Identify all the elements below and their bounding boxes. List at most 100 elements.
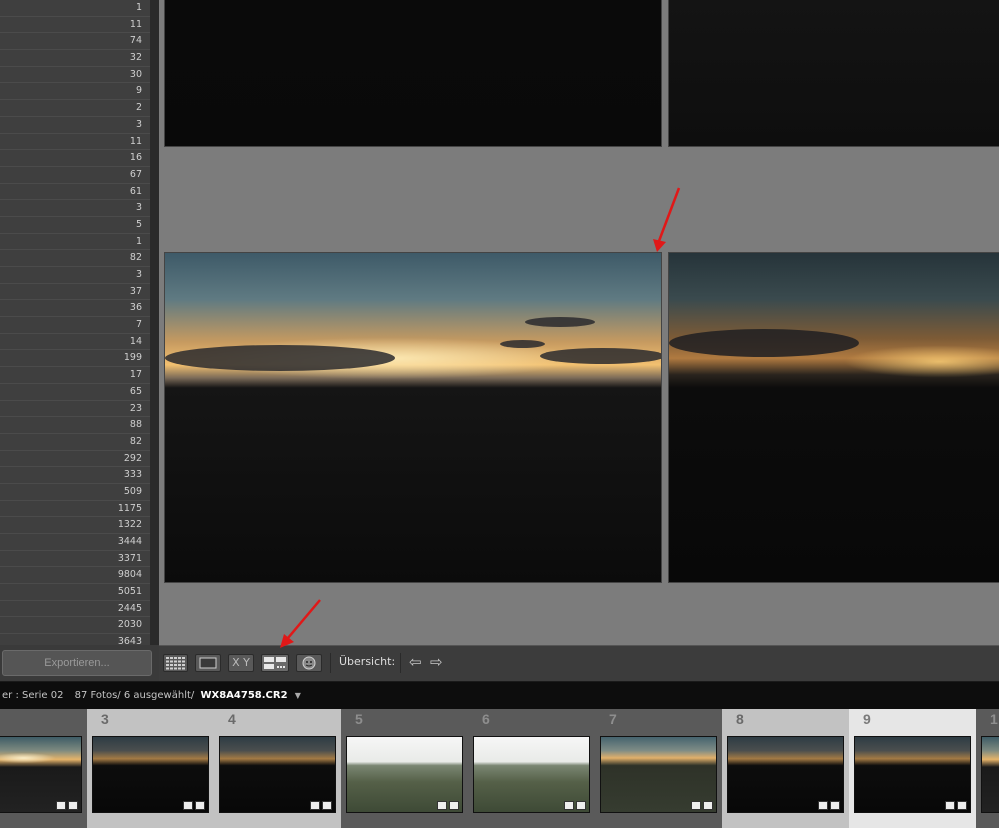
grid-icon	[166, 657, 185, 670]
crop-badge-icon	[68, 801, 78, 810]
filmstrip: 3 4 5 6 7 8 9 1	[0, 709, 999, 828]
folder-count-row[interactable]: 37	[0, 284, 150, 301]
folder-count-row[interactable]: 1175	[0, 501, 150, 518]
selected-filename[interactable]: WX8A4758.CR2	[200, 690, 287, 701]
survey-icon	[264, 657, 286, 669]
filmstrip-cell[interactable]: 5	[341, 709, 468, 828]
filmstrip-thumbnail[interactable]	[854, 736, 971, 813]
annotation-arrow	[653, 187, 681, 252]
arrow-right-icon[interactable]: ⇨	[430, 654, 443, 670]
compare-view-button[interactable]: X Y	[228, 654, 254, 672]
folder-count-row[interactable]: 3	[0, 267, 150, 284]
loupe-icon	[199, 657, 217, 669]
survey-photo[interactable]	[164, 0, 662, 147]
survey-view-button[interactable]	[261, 654, 289, 672]
panel-divider[interactable]	[150, 0, 159, 645]
filmstrip-cell[interactable]: 1	[976, 709, 999, 828]
survey-photo[interactable]	[668, 0, 999, 147]
folder-count-row[interactable]: 74	[0, 33, 150, 51]
crop-badge-icon	[830, 801, 840, 810]
cloud-shape	[500, 340, 545, 348]
filmstrip-index: 9	[863, 711, 871, 727]
folder-count-row[interactable]: 1322	[0, 517, 150, 534]
filmstrip-thumbnail[interactable]	[981, 736, 999, 813]
folder-count-row[interactable]: 32	[0, 50, 150, 67]
folder-count-row[interactable]: 14	[0, 334, 150, 351]
folder-count-row[interactable]: 65	[0, 384, 150, 401]
status-bar: er : Serie 02 87 Fotos/ 6 ausgewählt/ WX…	[0, 681, 999, 710]
folder-count-row[interactable]: 3	[0, 117, 150, 134]
folder-count-row[interactable]: 82	[0, 434, 150, 451]
folder-count-row[interactable]: 509	[0, 484, 150, 501]
filmstrip-thumbnail[interactable]	[346, 736, 463, 813]
filmstrip-thumbnail[interactable]	[0, 736, 82, 813]
crop-badge-icon	[322, 801, 332, 810]
filmstrip-cell[interactable]: 6	[468, 709, 595, 828]
folder-count-row[interactable]: 3371	[0, 551, 150, 568]
folder-count-row[interactable]: 1	[0, 234, 150, 251]
crop-badge-icon	[195, 801, 205, 810]
folder-count-row[interactable]: 7	[0, 317, 150, 334]
folder-count-row[interactable]: 88	[0, 417, 150, 434]
crop-badge-icon	[576, 801, 586, 810]
folder-count-row[interactable]: 17	[0, 367, 150, 384]
arrow-left-icon[interactable]: ⇦	[409, 654, 422, 670]
photo-count-info: 87 Fotos/ 6 ausgewählt/	[74, 690, 195, 701]
comment-badge-icon	[437, 801, 447, 810]
people-view-button[interactable]	[296, 654, 322, 672]
folder-count-row[interactable]: 1	[0, 0, 150, 17]
folder-count-row[interactable]: 9	[0, 83, 150, 101]
filmstrip-thumbnail[interactable]	[727, 736, 844, 813]
survey-grid	[159, 0, 999, 645]
folder-count-row[interactable]: 292	[0, 451, 150, 468]
folder-count-row[interactable]: 333	[0, 467, 150, 484]
folder-name[interactable]: er : Serie 02	[2, 690, 63, 701]
folder-count-row[interactable]: 2030	[0, 617, 150, 635]
folder-count-row[interactable]: 23	[0, 401, 150, 418]
toolbar-separator	[330, 653, 331, 673]
grid-view-button[interactable]	[163, 654, 188, 672]
survey-photo-selected[interactable]	[164, 252, 662, 583]
filmstrip-cell[interactable]: 9	[849, 709, 976, 828]
survey-photo[interactable]	[668, 252, 999, 583]
filmstrip-cell[interactable]	[0, 709, 87, 828]
folder-count-row[interactable]: 82	[0, 250, 150, 267]
comment-badge-icon	[310, 801, 320, 810]
folder-count-row[interactable]: 9804	[0, 567, 150, 585]
filmstrip-cell[interactable]: 3	[87, 709, 214, 828]
folder-count-row[interactable]: 30	[0, 67, 150, 84]
folder-count-row[interactable]: 11	[0, 17, 150, 34]
folder-count-row[interactable]: 61	[0, 184, 150, 201]
folder-count-row[interactable]: 3	[0, 200, 150, 217]
left-panel: 1 11 74 32 30 9 2 3 11 16 67 61 3 5 1 82 3 37 36 7 14 199 17 65…	[0, 0, 150, 645]
toolbar-separator	[400, 653, 401, 673]
loupe-view-button[interactable]	[195, 654, 221, 672]
filmstrip-thumbnail[interactable]	[473, 736, 590, 813]
folder-count-row[interactable]: 11	[0, 134, 150, 151]
folder-count-row[interactable]: 5051	[0, 584, 150, 601]
folder-count-row[interactable]: 199	[0, 350, 150, 368]
chevron-down-icon[interactable]: ▼	[295, 691, 301, 700]
export-button[interactable]: Exportieren...	[2, 650, 152, 676]
folder-count-row[interactable]: 67	[0, 167, 150, 184]
filmstrip-cell[interactable]: 4	[214, 709, 341, 828]
filmstrip-thumbnail[interactable]	[92, 736, 209, 813]
cloud-shape	[669, 329, 859, 357]
folder-count-row[interactable]: 36	[0, 300, 150, 318]
folder-count-row[interactable]: 3444	[0, 534, 150, 551]
left-panel-footer: Exportieren...	[0, 645, 159, 681]
crop-badge-icon	[957, 801, 967, 810]
folder-count-row[interactable]: 2445	[0, 601, 150, 618]
comment-badge-icon	[183, 801, 193, 810]
filmstrip-cell[interactable]: 8	[722, 709, 849, 828]
filmstrip-index: 8	[736, 711, 744, 727]
filmstrip-thumbnail[interactable]	[219, 736, 336, 813]
folder-count-row[interactable]: 16	[0, 150, 150, 167]
folder-count-row[interactable]: 2	[0, 100, 150, 117]
filmstrip-thumbnail[interactable]	[600, 736, 717, 813]
folder-count-row[interactable]: 5	[0, 217, 150, 234]
folder-count-row[interactable]: 3643	[0, 634, 150, 645]
filmstrip-index: 7	[609, 711, 617, 727]
filmstrip-cell[interactable]: 7	[595, 709, 722, 828]
comment-badge-icon	[945, 801, 955, 810]
